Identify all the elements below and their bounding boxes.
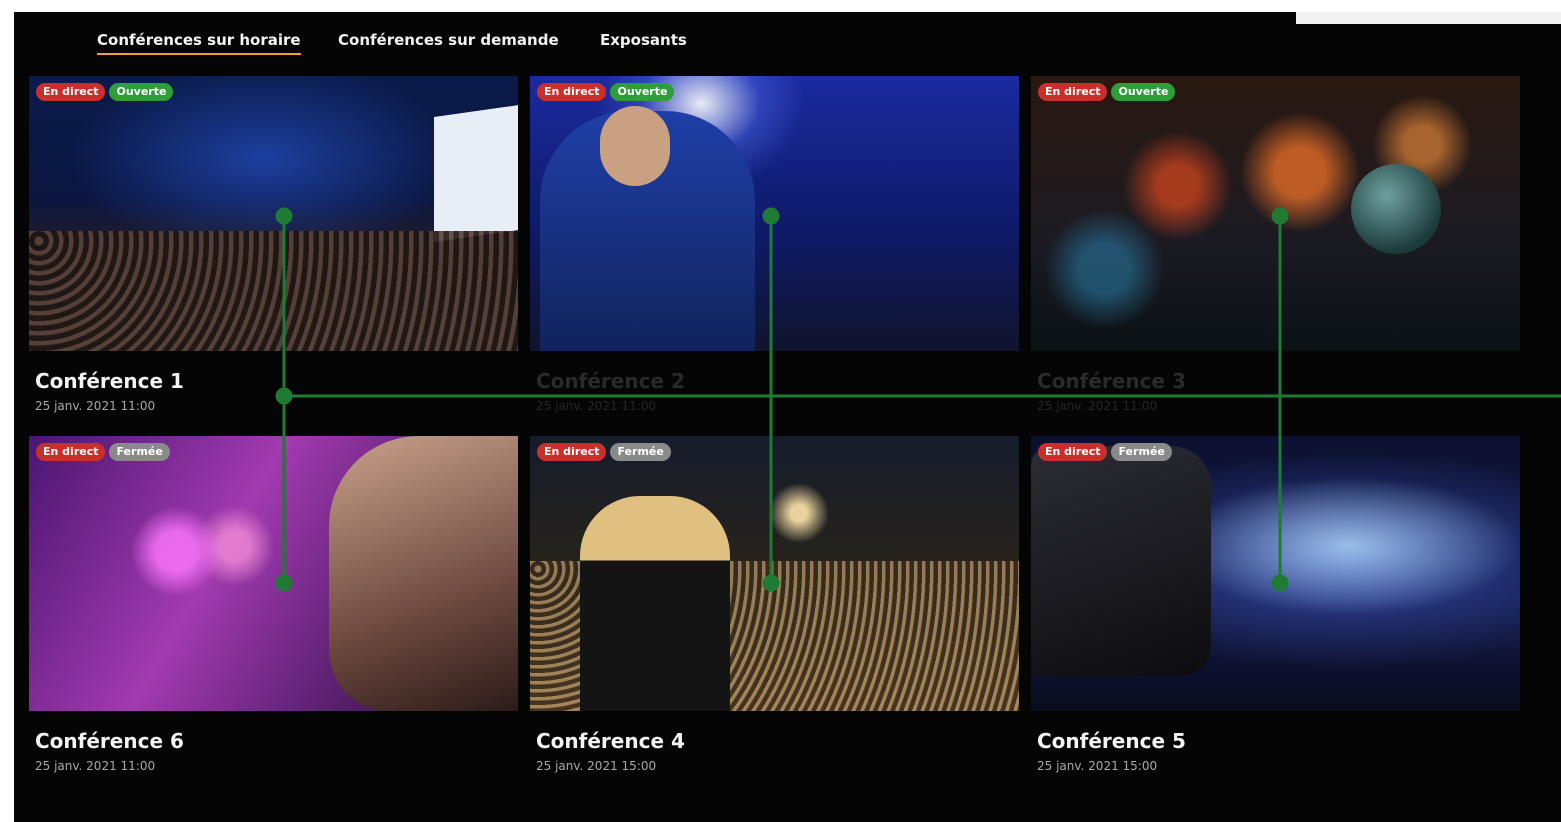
conference-date: 25 janv. 2021 11:00 [35, 759, 156, 773]
conference-thumbnail[interactable]: En direct Fermée [29, 436, 518, 711]
open-badge: Ouverte [610, 83, 675, 101]
tab-scheduled-conferences[interactable]: Conférences sur horaire [97, 31, 301, 55]
conference-thumbnail[interactable]: En direct Fermée [530, 436, 1019, 711]
open-badge: Ouverte [1111, 83, 1176, 101]
conference-thumbnail[interactable]: En direct Ouverte [530, 76, 1019, 351]
conference-title: Conférence 3 [1037, 369, 1186, 393]
conference-title: Conférence 1 [35, 369, 184, 393]
conference-image [530, 436, 1019, 711]
conference-card-4[interactable]: En direct Fermée Conférence 4 25 janv. 2… [530, 436, 1019, 773]
live-badge: En direct [1038, 443, 1108, 461]
tab-exhibitors-label: Exposants [600, 31, 687, 49]
conference-date: 25 janv. 2021 11:00 [536, 399, 657, 413]
live-badge: En direct [1038, 83, 1108, 101]
conference-app: Conférences sur horaire Conférences sur … [14, 12, 1561, 822]
conference-title: Conférence 2 [536, 369, 685, 393]
status-badges: En direct Ouverte [537, 83, 675, 101]
status-badges: En direct Ouverte [36, 83, 174, 101]
conference-title: Conférence 6 [35, 729, 184, 753]
live-badge: En direct [36, 443, 106, 461]
live-badge: En direct [537, 83, 607, 101]
conference-image [29, 436, 518, 711]
live-badge: En direct [537, 443, 607, 461]
conference-thumbnail[interactable]: En direct Ouverte [1031, 76, 1520, 351]
open-badge: Ouverte [109, 83, 174, 101]
conference-image [1031, 436, 1520, 711]
conference-title: Conférence 5 [1037, 729, 1186, 753]
conference-thumbnail[interactable]: En direct Ouverte [29, 76, 518, 351]
conference-image [530, 76, 1019, 351]
conference-image [29, 76, 518, 351]
conference-card-1[interactable]: En direct Ouverte Conférence 1 25 janv. … [29, 76, 518, 413]
conference-card-5[interactable]: En direct Fermée Conférence 5 25 janv. 2… [1031, 436, 1520, 773]
tab-exhibitors[interactable]: Exposants [600, 31, 687, 49]
tab-scheduled-conferences-label: Conférences sur horaire [97, 31, 301, 49]
conference-card-3[interactable]: En direct Ouverte Conférence 3 25 janv. … [1031, 76, 1520, 413]
conference-image [1031, 76, 1520, 351]
conference-card-6[interactable]: En direct Fermée Conférence 6 25 janv. 2… [29, 436, 518, 773]
tab-on-demand-conferences[interactable]: Conférences sur demande [338, 31, 559, 49]
tab-on-demand-conferences-label: Conférences sur demande [338, 31, 559, 49]
conference-card-2[interactable]: En direct Ouverte Conférence 2 25 janv. … [530, 76, 1019, 413]
conference-title: Conférence 4 [536, 729, 685, 753]
conference-date: 25 janv. 2021 11:00 [35, 399, 156, 413]
closed-badge: Fermée [1111, 443, 1172, 461]
status-badges: En direct Ouverte [1038, 83, 1176, 101]
status-badges: En direct Fermée [537, 443, 671, 461]
top-nav: Conférences sur horaire Conférences sur … [14, 12, 1561, 72]
live-badge: En direct [36, 83, 106, 101]
status-badges: En direct Fermée [1038, 443, 1172, 461]
active-tab-underline [97, 53, 301, 55]
conference-date: 25 janv. 2021 15:00 [1037, 759, 1158, 773]
closed-badge: Fermée [109, 443, 170, 461]
closed-badge: Fermée [610, 443, 671, 461]
conference-date: 25 janv. 2021 11:00 [1037, 399, 1158, 413]
status-badges: En direct Fermée [36, 443, 170, 461]
conference-date: 25 janv. 2021 15:00 [536, 759, 657, 773]
conference-thumbnail[interactable]: En direct Fermée [1031, 436, 1520, 711]
